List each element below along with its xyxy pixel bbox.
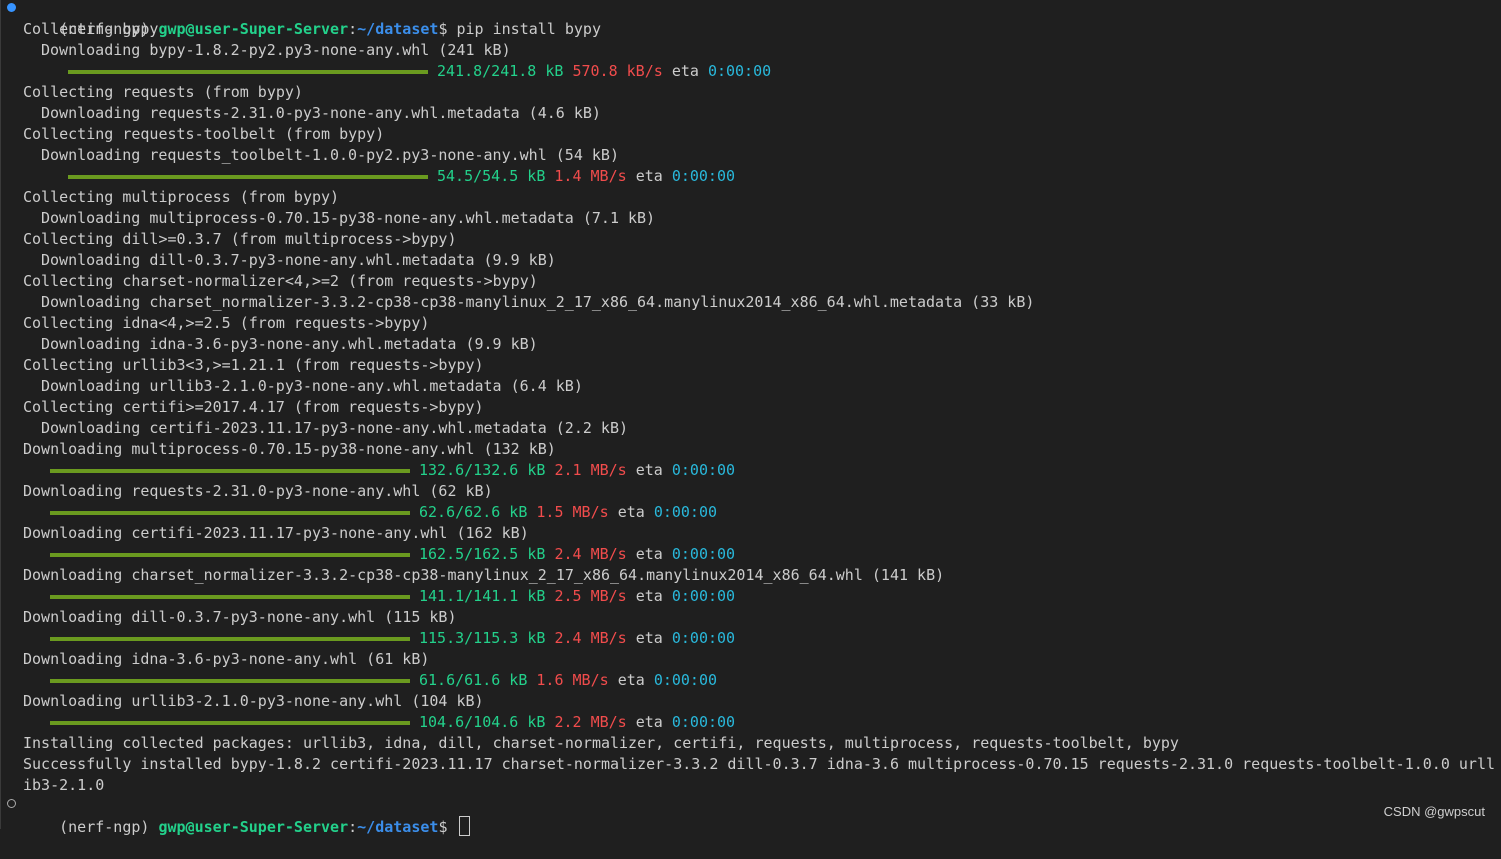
progress-line: 132.6/132.6 kB 2.1 MB/s eta 0:00:00 [419,460,735,481]
output-line: Downloading urllib3-2.1.0-py3-none-any.w… [41,377,583,395]
progress-size: 162.5/162.5 kB [419,545,546,563]
progress-line: 62.6/62.6 kB 1.5 MB/s eta 0:00:00 [419,502,717,523]
progress-speed: 2.2 MB/s [554,713,627,731]
progress-speed: 2.5 MB/s [554,587,627,605]
output-line: Downloading certifi-2023.11.17-py3-none-… [23,524,529,542]
progress-size: 241.8/241.8 kB [437,62,564,80]
progress-speed: 1.5 MB/s [536,503,609,521]
prompt-colon: : [348,20,358,38]
progress-size: 132.6/132.6 kB [419,461,546,479]
prompt-dollar: $ [438,20,457,38]
output-line: Downloading certifi-2023.11.17-py3-none-… [41,419,628,437]
output-line: Downloading requests-2.31.0-py3-none-any… [41,104,601,122]
command-decoration-success-icon[interactable] [7,3,16,12]
progress-line: 104.6/104.6 kB 2.2 MB/s eta 0:00:00 [419,712,735,733]
output-line: Downloading bypy-1.8.2-py2.py3-none-any.… [41,41,511,59]
output-line: Collecting bypy [23,20,159,38]
progress-eta: 0:00:00 [671,167,736,185]
prompt-line-current[interactable]: (nerf-ngp) gwp@user-Super-Server:~/datas… [23,795,470,836]
progress-eta-label: eta [635,545,663,563]
prompt-dollar: $ [438,818,457,836]
progress-size: 62.6/62.6 kB [419,503,528,521]
progress-bar [50,553,410,557]
output-line: Downloading requests_toolbelt-1.0.0-py2.… [41,146,619,164]
watermark: CSDN @gwpscut [1383,804,1485,819]
progress-eta-label: eta [617,503,645,521]
progress-bar [50,469,410,473]
output-line: Collecting idna<4,>=2.5 (from requests->… [23,314,430,332]
output-line: Collecting urllib3<3,>=1.21.1 (from requ… [23,356,484,374]
progress-size: 115.3/115.3 kB [419,629,546,647]
terminal-window[interactable]: (nerf-ngp) gwp@user-Super-Server:~/datas… [0,0,1501,836]
progress-line: 241.8/241.8 kB 570.8 kB/s eta 0:00:00 [437,61,771,82]
progress-line: 115.3/115.3 kB 2.4 MB/s eta 0:00:00 [419,628,735,649]
progress-eta-label: eta [635,167,663,185]
progress-speed: 2.4 MB/s [554,629,627,647]
output-line: Installing collected packages: urllib3, … [23,734,1179,752]
progress-speed: 1.6 MB/s [536,671,609,689]
progress-speed: 2.1 MB/s [554,461,627,479]
prompt-user-host: gwp@user-Super-Server [158,20,349,38]
progress-bar [50,721,410,725]
progress-eta-label: eta [635,461,663,479]
progress-size: 141.1/141.1 kB [419,587,546,605]
output-line: Downloading idna-3.6-py3-none-any.whl.me… [41,335,538,353]
progress-eta: 0:00:00 [653,503,718,521]
progress-size: 61.6/61.6 kB [419,671,528,689]
progress-eta-label: eta [671,62,699,80]
progress-eta: 0:00:00 [671,629,736,647]
progress-line: 162.5/162.5 kB 2.4 MB/s eta 0:00:00 [419,544,735,565]
output-line: Downloading charset_normalizer-3.3.2-cp3… [41,293,1035,311]
prompt-path: ~/dataset [357,20,439,38]
progress-eta: 0:00:00 [653,671,718,689]
prompt-path: ~/dataset [357,818,439,836]
progress-eta: 0:00:00 [671,587,736,605]
progress-bar [68,175,428,179]
progress-bar [68,70,428,74]
output-line: Downloading urllib3-2.1.0-py3-none-any.w… [23,692,484,710]
prompt-user-host: gwp@user-Super-Server [158,818,349,836]
output-line: Collecting dill>=0.3.7 (from multiproces… [23,230,457,248]
progress-bar [50,679,410,683]
progress-eta-label: eta [635,629,663,647]
progress-eta: 0:00:00 [671,461,736,479]
text-cursor[interactable] [458,816,470,836]
output-line: Collecting requests-toolbelt (from bypy) [23,125,385,143]
output-line: Collecting charset-normalizer<4,>=2 (fro… [23,272,538,290]
progress-bar [50,595,410,599]
output-line: Collecting certifi>=2017.4.17 (from requ… [23,398,484,416]
output-line: Collecting requests (from bypy) [23,83,303,101]
prompt-line-first: (nerf-ngp) gwp@user-Super-Server:~/datas… [23,0,601,38]
progress-speed: 1.4 MB/s [554,167,627,185]
output-line: Downloading multiprocess-0.70.15-py38-no… [41,209,656,227]
progress-line: 141.1/141.1 kB 2.5 MB/s eta 0:00:00 [419,586,735,607]
progress-size: 104.6/104.6 kB [419,713,546,731]
progress-eta-label: eta [617,671,645,689]
output-line: ib3-2.1.0 [23,776,105,794]
prompt-colon: : [348,818,358,836]
progress-speed: 2.4 MB/s [554,545,627,563]
output-line: Collecting multiprocess (from bypy) [23,188,340,206]
progress-bar [50,511,410,515]
output-line: Downloading idna-3.6-py3-none-any.whl (6… [23,650,430,668]
progress-line: 61.6/61.6 kB 1.6 MB/s eta 0:00:00 [419,670,717,691]
progress-speed: 570.8 kB/s [572,62,663,80]
progress-bar [50,637,410,641]
command-decoration-pending-icon[interactable] [7,799,16,808]
output-line: Downloading charset_normalizer-3.3.2-cp3… [23,566,945,584]
output-line: Downloading requests-2.31.0-py3-none-any… [23,482,493,500]
output-line: Downloading dill-0.3.7-py3-none-any.whl … [23,608,457,626]
progress-eta: 0:00:00 [671,545,736,563]
progress-eta-label: eta [635,713,663,731]
progress-eta: 0:00:00 [671,713,736,731]
progress-size: 54.5/54.5 kB [437,167,546,185]
output-line: Downloading multiprocess-0.70.15-py38-no… [23,440,556,458]
output-line: Downloading dill-0.3.7-py3-none-any.whl.… [41,251,556,269]
prompt-env: (nerf-ngp) [59,818,159,836]
progress-line: 54.5/54.5 kB 1.4 MB/s eta 0:00:00 [437,166,735,187]
command-text: pip install bypy [456,20,602,38]
progress-eta-label: eta [635,587,663,605]
progress-eta: 0:00:00 [707,62,772,80]
output-line: Successfully installed bypy-1.8.2 certif… [23,755,1496,773]
